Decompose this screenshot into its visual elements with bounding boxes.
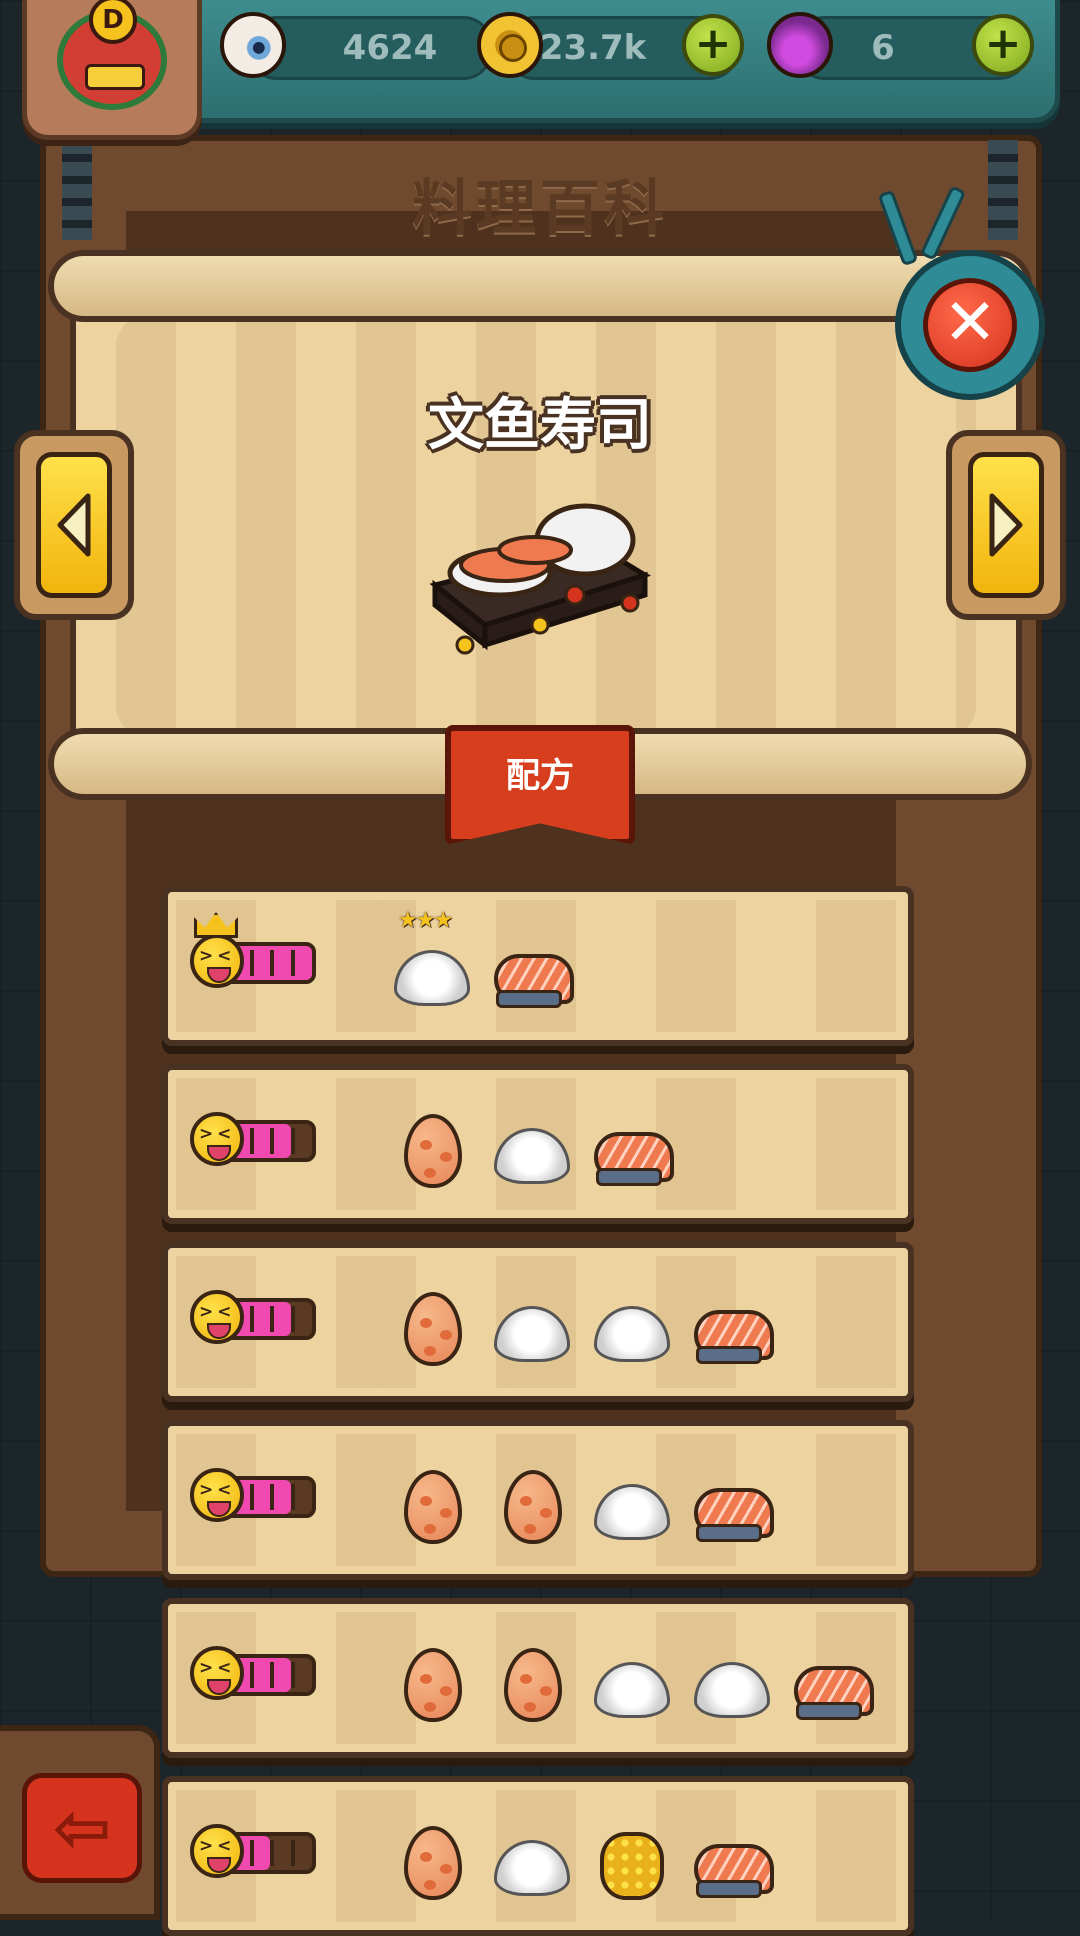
salmon-icon (594, 1132, 674, 1186)
add-coins-button[interactable]: + (682, 14, 744, 76)
rice-ingredient (690, 1648, 774, 1728)
bar-divider (249, 1840, 254, 1866)
next-dish-button[interactable] (946, 430, 1066, 620)
star-rating-icon: ★★★ (398, 908, 453, 933)
bar-divider (291, 1306, 296, 1332)
back-button[interactable]: ⇦ (0, 1725, 160, 1920)
corn-icon (600, 1832, 664, 1900)
bar-divider (291, 1840, 296, 1866)
rice-ingredient (590, 1470, 674, 1550)
rice-icon (494, 1128, 570, 1184)
player-avatar[interactable]: D (22, 0, 202, 140)
bar-divider (291, 1128, 296, 1154)
bar-divider (249, 1306, 254, 1332)
salmon-ingredient (690, 1470, 774, 1550)
egg-ingredient (390, 1470, 474, 1550)
eyeball-icon (220, 12, 286, 78)
eyes-value: 4624 (342, 28, 438, 68)
egg-icon (404, 1292, 462, 1366)
happy-face-icon (190, 934, 244, 988)
bar-divider (270, 1484, 275, 1510)
egg-icon (404, 1470, 462, 1544)
rice-ingredient (490, 1292, 574, 1372)
egg-icon (504, 1470, 562, 1544)
page-title: 料理百科 (412, 174, 668, 244)
rice-ingredient (390, 936, 474, 1016)
bar-divider (291, 950, 296, 976)
egg-ingredient (390, 1826, 474, 1906)
bar-divider (249, 1484, 254, 1510)
salmon-ingredient (690, 1826, 774, 1906)
recipe-row (162, 1776, 914, 1936)
close-icon: ✕ (923, 278, 1017, 372)
recipe-row (162, 1064, 914, 1224)
rice-icon (594, 1662, 670, 1718)
salmon-icon (794, 1666, 874, 1720)
salmon-icon (694, 1310, 774, 1364)
rice-ingredient (590, 1648, 674, 1728)
recipe-row (162, 1242, 914, 1402)
egg-ingredient (390, 1648, 474, 1728)
egg-ingredient (490, 1470, 574, 1550)
rice-icon (394, 950, 470, 1006)
bar-divider (270, 1840, 275, 1866)
happy-face-icon (190, 1290, 244, 1344)
rice-ingredient (590, 1292, 674, 1372)
close-button[interactable]: ✕ (895, 250, 1045, 400)
recipe-label: 配方 (506, 756, 574, 796)
monster-mouth (85, 64, 145, 90)
egg-icon (404, 1826, 462, 1900)
corn-ingredient (590, 1826, 674, 1906)
rice-icon (494, 1840, 570, 1896)
happy-face-icon (190, 1646, 244, 1700)
happy-face-icon (190, 1468, 244, 1522)
salmon-ingredient (490, 936, 574, 1016)
back-arrow-icon: ⇦ (22, 1773, 142, 1883)
salmon-ingredient (790, 1648, 874, 1728)
rice-ingredient (490, 1826, 574, 1906)
bar-divider (270, 950, 275, 976)
rice-ingredient (490, 1114, 574, 1194)
rice-icon (694, 1662, 770, 1718)
salmon-sushi-dish-icon (429, 503, 652, 655)
top-hud: 4624 23.7k + 6 + (160, 0, 1060, 123)
egg-ingredient (390, 1114, 474, 1194)
right-arrow-icon (968, 452, 1044, 598)
bar-divider (291, 1484, 296, 1510)
salmon-icon (694, 1844, 774, 1898)
recipe-row: ★★★ (162, 886, 914, 1046)
bar-divider (249, 950, 254, 976)
egg-icon (404, 1648, 462, 1722)
salmon-ingredient (590, 1114, 674, 1194)
potion-icon (767, 12, 833, 78)
bar-divider (270, 1306, 275, 1332)
coin-icon (477, 12, 543, 78)
recipe-row (162, 1598, 914, 1758)
egg-icon (404, 1114, 462, 1188)
scroll-top-rod (48, 250, 1032, 322)
egg-ingredient (490, 1648, 574, 1728)
recipe-row (162, 1420, 914, 1580)
left-arrow-icon (36, 452, 112, 598)
happy-face-icon (190, 1824, 244, 1878)
bar-divider (270, 1128, 275, 1154)
bar-divider (270, 1662, 275, 1688)
egg-ingredient (390, 1292, 474, 1372)
add-potions-button[interactable]: + (972, 14, 1034, 76)
egg-icon (504, 1648, 562, 1722)
happy-face-icon (190, 1112, 244, 1166)
salmon-ingredient (690, 1292, 774, 1372)
rice-icon (494, 1306, 570, 1362)
bar-divider (291, 1662, 296, 1688)
previous-dish-button[interactable] (14, 430, 134, 620)
rice-icon (594, 1484, 670, 1540)
salmon-icon (694, 1488, 774, 1542)
bar-divider (249, 1662, 254, 1688)
rice-icon (594, 1306, 670, 1362)
bar-divider (249, 1128, 254, 1154)
salmon-icon (494, 954, 574, 1008)
dish-name: 文鱼寿司 (428, 393, 652, 458)
